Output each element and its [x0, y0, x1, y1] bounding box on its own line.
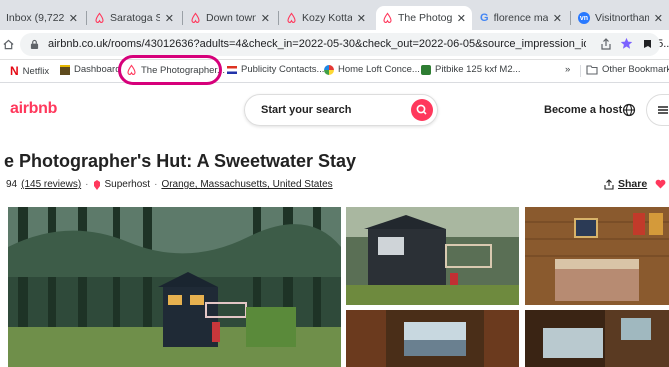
airbnb-icon [287, 12, 296, 23]
superhost-label: Superhost [104, 179, 151, 190]
tab-title: The Photograp [398, 12, 452, 24]
tab-saratoga[interactable]: Saratoga Spring ✕ [88, 6, 180, 30]
folder-icon [586, 64, 598, 75]
share-page-icon[interactable] [600, 38, 612, 50]
other-bookmarks-label: Other Bookmarks [602, 64, 669, 75]
share-label: Share [618, 178, 648, 190]
bookmark-pitbike[interactable]: Pitbike 125 kxf M2... [421, 64, 521, 75]
bookmark-label: Pitbike 125 kxf M2... [435, 64, 521, 75]
home-icon[interactable] [3, 39, 14, 50]
bookmark-dashboard[interactable]: Dashboard [60, 64, 120, 75]
tab-title: Kozy Kottage o [302, 12, 352, 24]
heart-icon[interactable] [655, 179, 666, 189]
bookmark-publicity[interactable]: Publicity Contacts... [227, 64, 324, 75]
bookmark-label: Home Loft Conce... [338, 64, 420, 75]
bookmarks-bar: N Netflix Dashboard The Photographer... … [0, 60, 669, 83]
airbnb-logo[interactable]: airbnb [10, 100, 57, 118]
close-icon[interactable]: ✕ [261, 12, 270, 25]
bookmark-netflix[interactable]: N Netflix [10, 64, 49, 78]
superhost-icon [93, 179, 100, 190]
tab-photographer[interactable]: The Photograp ✕ [376, 6, 472, 30]
star-icon[interactable] [620, 37, 633, 50]
tab-title: Down town Flor [206, 12, 256, 24]
lock-icon[interactable] [30, 39, 39, 50]
become-host-link[interactable]: Become a host [544, 104, 622, 116]
cabin-forest-photo [8, 207, 341, 367]
close-icon[interactable]: ✕ [457, 12, 466, 25]
listing-meta: 94 (145 reviews) · Superhost · Orange, M… [6, 179, 333, 190]
tab-visitnorthampton[interactable]: vn Visitnorthampt ✕ [572, 6, 669, 30]
tab-inbox[interactable]: Inbox (9,722) - ✕ [0, 6, 84, 30]
extension-icon[interactable] [642, 38, 654, 50]
exterior-photo[interactable] [346, 207, 519, 305]
highlight-circle [118, 55, 222, 85]
location-link[interactable]: Orange, Massachusetts, United States [161, 179, 332, 190]
share-button[interactable]: Share [604, 178, 647, 190]
airbnb-icon [383, 12, 392, 23]
living-area-interior-photo [525, 310, 669, 367]
cabin-exterior-photo [346, 207, 519, 305]
tab-kozy[interactable]: Kozy Kottage o ✕ [280, 6, 372, 30]
netflix-icon: N [10, 64, 19, 78]
menu-icon [658, 106, 668, 114]
search-button[interactable] [411, 99, 433, 121]
pitbike-icon [421, 64, 431, 75]
close-icon[interactable]: ✕ [553, 12, 562, 25]
tab-downtown[interactable]: Down town Flor ✕ [184, 6, 276, 30]
page-title: e Photographer's Hut: A Sweetwater Stay [4, 151, 357, 171]
google-icon: G [480, 12, 489, 24]
bedroom-interior-photo [525, 207, 669, 305]
tab-title: florence massa [493, 12, 548, 24]
bookmarks-overflow[interactable]: » [565, 64, 570, 75]
bookmark-label: Publicity Contacts... [241, 64, 325, 75]
bookmark-homeloft[interactable]: Home Loft Conce... [324, 64, 420, 75]
address-row: airbnb.co.uk/rooms/43012636?adults=4&che… [0, 30, 669, 60]
search-placeholder: Start your search [261, 104, 352, 116]
tab-title: Saratoga Spring [110, 12, 160, 24]
url-text: airbnb.co.uk/rooms/43012636?adults=4&che… [48, 38, 669, 50]
tab-title: Visitnorthampt [595, 12, 649, 24]
globe-icon[interactable] [622, 103, 636, 117]
profile-menu-button[interactable] [646, 94, 669, 126]
close-icon[interactable]: ✕ [165, 12, 174, 25]
dashboard-icon [60, 64, 70, 75]
search-bar[interactable]: Start your search [244, 94, 438, 126]
tab-strip: Inbox (9,722) - ✕ Saratoga Spring ✕ Down… [0, 0, 669, 30]
bedroom-photo[interactable] [525, 207, 669, 305]
close-icon[interactable]: ✕ [357, 12, 366, 25]
living-area-photo[interactable] [525, 310, 669, 367]
window-view-photo[interactable] [346, 310, 519, 367]
rating-value: 94 [6, 179, 18, 190]
share-icon [604, 178, 614, 190]
tab-florence[interactable]: G florence massa ✕ [474, 6, 568, 30]
pinwheel-icon [324, 64, 334, 75]
airbnb-icon [191, 12, 200, 23]
close-icon[interactable]: ✕ [654, 12, 663, 25]
tab-title: Inbox (9,722) - [6, 12, 64, 24]
other-bookmarks[interactable]: Other Bookmarks [586, 64, 669, 75]
lake-window-photo [346, 310, 519, 367]
visit-icon: vn [578, 12, 590, 24]
address-bar[interactable]: airbnb.co.uk/rooms/43012636?adults=4&che… [20, 33, 669, 56]
main-listing-photo[interactable] [8, 207, 341, 367]
close-icon[interactable]: ✕ [69, 12, 78, 25]
airbnb-icon [95, 12, 104, 23]
flag-icon [227, 65, 237, 74]
search-icon [416, 104, 427, 115]
reviews-link[interactable]: (145 reviews) [21, 179, 81, 190]
bookmark-label: Dashboard [74, 64, 121, 75]
bookmark-label: Netflix [22, 65, 50, 77]
